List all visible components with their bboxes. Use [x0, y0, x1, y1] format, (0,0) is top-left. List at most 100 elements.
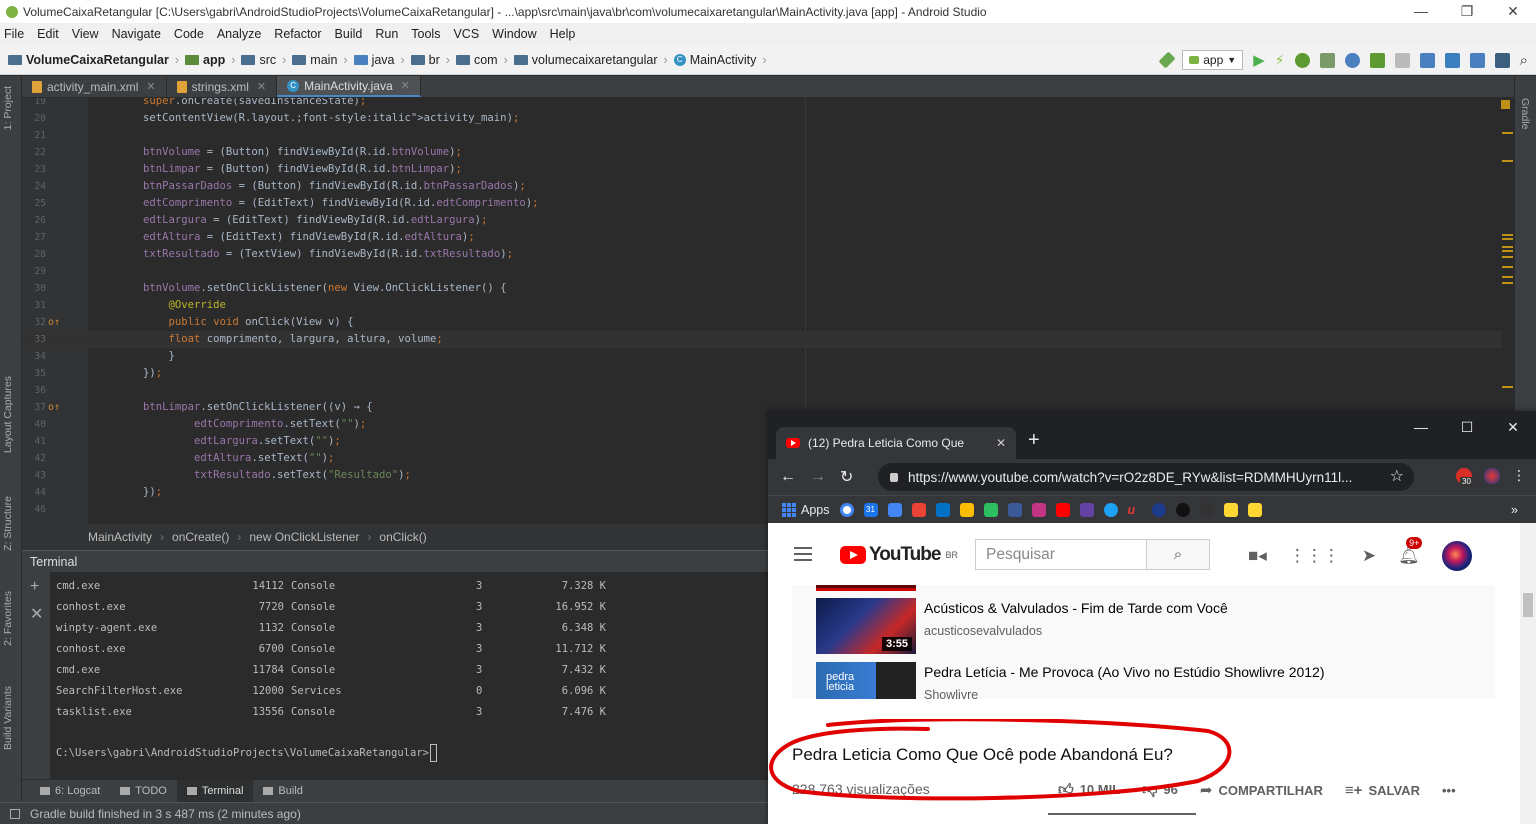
build-variants-tool-tab[interactable]: Build Variants [2, 686, 14, 750]
sdk-manager-icon[interactable] [1469, 52, 1485, 68]
more-bookmarks-icon[interactable]: » [1511, 503, 1518, 517]
twitch-bookmark-icon[interactable] [1079, 502, 1094, 517]
profiler-icon[interactable] [1344, 52, 1360, 68]
video-thumbnail[interactable]: pedra leticia [816, 662, 916, 699]
evernote-bookmark-icon[interactable] [983, 502, 998, 517]
tab-activity-main-xml[interactable]: activity_main.xml ✕ [22, 76, 167, 97]
menu-vcs[interactable]: VCS [453, 27, 479, 41]
code-line[interactable]: 20 setContentView(R.layout.;font-style:it… [22, 110, 1502, 127]
crumb-listener[interactable]: new OnClickListener [249, 530, 359, 544]
chrome-minimize-button[interactable]: — [1398, 411, 1444, 443]
more-actions-button[interactable]: ••• [1442, 783, 1456, 798]
instagram-bookmark-icon[interactable] [1031, 502, 1046, 517]
run-icon[interactable]: ▶ [1253, 51, 1265, 69]
warning-marker[interactable] [1502, 160, 1513, 162]
bookmark-star-icon[interactable]: ☆ [1390, 466, 1404, 486]
stop-icon[interactable] [1394, 52, 1410, 68]
youtube-bookmark-icon[interactable] [1055, 502, 1070, 517]
breadcrumb-package[interactable]: volumecaixaretangular › [513, 53, 668, 67]
minimize-button[interactable]: — [1398, 0, 1444, 23]
notifications-bell-icon[interactable]: 🔔︎ 9+ [1398, 537, 1423, 566]
video-thumbnail[interactable]: 3:55 [816, 598, 916, 654]
make-project-hammer-icon[interactable] [1158, 51, 1176, 69]
menu-navigate[interactable]: Navigate [112, 27, 161, 41]
code-line[interactable]: 23 btnLimpar = (Button) findViewById(R.id… [22, 161, 1502, 178]
menu-view[interactable]: View [72, 27, 99, 41]
channel-name[interactable]: Showlivre [924, 688, 978, 699]
warning-marker[interactable] [1502, 266, 1513, 268]
favorites-tool-tab[interactable]: 2: Favorites [2, 591, 14, 646]
save-button[interactable]: ≡+ SALVAR [1345, 782, 1420, 799]
tab-main-activity-java[interactable]: C MainActivity.java ✕ [277, 76, 421, 97]
project-structure-icon[interactable] [1494, 52, 1510, 68]
chrome-menu-icon[interactable]: ⋮ [1512, 467, 1526, 484]
share-button[interactable]: ➦ COMPARTILHAR [1200, 781, 1323, 799]
menu-tools[interactable]: Tools [411, 27, 440, 41]
search-input[interactable]: Pesquisar [975, 539, 1147, 570]
code-line[interactable]: 32 public void onClick(View v) {o↑ [22, 314, 1502, 331]
facebook-bookmark-icon[interactable] [1007, 502, 1022, 517]
tab-build[interactable]: Build [253, 780, 312, 803]
close-session-icon[interactable]: ✕ [30, 604, 43, 624]
menu-refactor[interactable]: Refactor [274, 27, 321, 41]
extension-icon[interactable]: 30 [1456, 467, 1473, 486]
dislike-button[interactable]: 👎︎ 96 [1142, 781, 1178, 799]
translate-bookmark-icon[interactable] [887, 502, 902, 517]
layout-captures-tool-tab[interactable]: Layout Captures [2, 376, 14, 453]
bookmark-ball-icon[interactable] [1199, 502, 1214, 517]
apps-grid-icon[interactable]: ⋮⋮⋮ [1289, 546, 1340, 566]
menu-run[interactable]: Run [375, 27, 398, 41]
chrome-maximize-button[interactable]: ☐ [1444, 411, 1490, 443]
menu-analyze[interactable]: Analyze [217, 27, 261, 41]
warning-marker[interactable] [1502, 282, 1513, 284]
warning-marker[interactable] [1502, 246, 1513, 248]
address-bar[interactable]: https://www.youtube.com/watch?v=rO2z8DE_… [878, 463, 1414, 491]
sync-gradle-icon[interactable] [1419, 52, 1435, 68]
search-button[interactable]: ⌕ [1146, 539, 1210, 570]
breadcrumb-br[interactable]: br › [410, 53, 450, 67]
new-tab-plus-icon[interactable]: + [1028, 429, 1040, 452]
profile-avatar[interactable] [1484, 467, 1500, 484]
debug-icon[interactable] [1294, 52, 1310, 68]
tab-terminal[interactable]: Terminal [176, 779, 254, 803]
apply-changes-icon[interactable]: ⚡ [1275, 52, 1285, 69]
code-line[interactable]: 30 btnVolume.setOnClickListener(new View.… [22, 280, 1502, 297]
code-line[interactable]: 34 } [22, 348, 1502, 365]
twitter-bookmark-icon[interactable] [1103, 502, 1118, 517]
code-line[interactable]: 33 float comprimento, largura, altura, v… [22, 331, 1502, 348]
code-line[interactable]: 22 btnVolume = (Button) findViewById(R.id… [22, 144, 1502, 161]
account-avatar[interactable] [1441, 541, 1472, 571]
list-item[interactable]: pedra leticia Pedra Letícia - Me Provoca… [816, 662, 1476, 699]
code-line[interactable]: 29 [22, 263, 1502, 280]
messages-icon[interactable]: ➤ [1362, 546, 1376, 566]
folder-bookmark-icon[interactable] [1223, 502, 1238, 517]
page-scrollbar[interactable] [1520, 523, 1536, 824]
warning-marker[interactable] [1502, 234, 1513, 236]
create-video-icon[interactable]: ■◂ [1248, 546, 1267, 566]
chrome-close-button[interactable]: ✕ [1490, 411, 1536, 443]
terminal-prompt[interactable]: C:\Users\gabri\AndroidStudioProjects\Vol… [56, 744, 437, 762]
search-everywhere-icon[interactable]: ⌕ [1520, 52, 1528, 69]
video-title[interactable]: Pedra Letícia - Me Provoca (Ao Vivo no E… [924, 664, 1325, 680]
previous-video-thumbnail[interactable] [816, 585, 916, 591]
list-item[interactable]: 3:55 Acústicos & Valvulados - Fim de Tar… [816, 598, 1476, 654]
code-line[interactable]: 36 [22, 382, 1502, 399]
project-tool-tab[interactable]: 1: Project [2, 86, 14, 130]
warning-marker[interactable] [1502, 276, 1513, 278]
warning-marker[interactable] [1502, 238, 1513, 240]
crumb-method[interactable]: onCreate() [172, 530, 229, 544]
video-title[interactable]: Acústicos & Valvulados - Fim de Tarde co… [924, 600, 1228, 616]
apps-shortcut[interactable]: Apps [782, 502, 830, 517]
close-tab-icon[interactable]: ✕ [257, 80, 266, 93]
breadcrumb-main[interactable]: main › [292, 53, 348, 67]
breadcrumb-project[interactable]: VolumeCaixaRetangular › [8, 53, 179, 67]
run-configuration-select[interactable]: app ▼ [1182, 50, 1244, 70]
warning-marker[interactable] [1502, 250, 1513, 252]
close-button[interactable]: ✕ [1490, 0, 1536, 23]
crumb-onclick[interactable]: onClick() [379, 530, 426, 544]
browser-tab[interactable]: (12) Pedra Leticia Como Que ✕ [776, 427, 1016, 459]
warning-marker[interactable] [1502, 132, 1513, 134]
run-coverage-icon[interactable] [1369, 52, 1385, 68]
breadcrumb-app[interactable]: app › [185, 53, 235, 67]
keep-bookmark-icon[interactable] [959, 502, 974, 517]
